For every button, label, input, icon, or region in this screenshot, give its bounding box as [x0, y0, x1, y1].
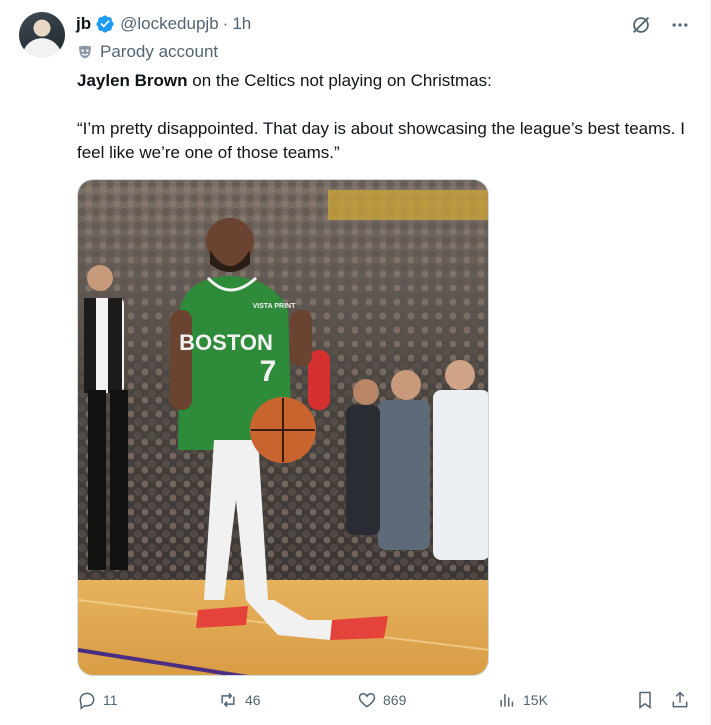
bookmark-icon	[639, 691, 651, 709]
views-count: 15K	[523, 692, 548, 708]
reply-count: 11	[103, 692, 118, 708]
bookmark-button[interactable]	[635, 690, 655, 710]
tweet-card: jb @lockedupjb · 1h Parody account Jayle…	[0, 0, 711, 725]
action-bar: 11 46 869 15K	[77, 690, 697, 716]
like-button[interactable]: 869	[357, 690, 406, 710]
tweet-quote: “I’m pretty disappointed. That day is ab…	[77, 119, 685, 162]
repost-button[interactable]: 46	[217, 690, 261, 710]
more-icon[interactable]	[670, 15, 690, 40]
share-button[interactable]	[670, 690, 690, 710]
verified-badge-icon	[95, 14, 115, 34]
parody-label: Parody account	[77, 42, 218, 62]
reply-icon	[79, 692, 95, 710]
parody-text: Parody account	[100, 42, 219, 61]
jersey-sponsor-text: VISTA PRINT	[253, 303, 297, 310]
tweet-line-1: Jaylen Brown on the Celtics not playing …	[77, 69, 692, 93]
jersey-number-text: 7	[260, 355, 277, 388]
separator-dot: ·	[222, 14, 229, 33]
top-right-icons	[630, 14, 690, 41]
repost-icon	[221, 692, 235, 708]
grok-icon[interactable]	[630, 14, 652, 41]
views-icon	[500, 694, 514, 707]
like-icon	[358, 692, 376, 708]
timestamp[interactable]: 1h	[232, 14, 251, 34]
views-button[interactable]: 15K	[497, 690, 548, 710]
author-handle[interactable]: @lockedupjb	[120, 14, 219, 34]
author-name[interactable]: jb	[76, 14, 91, 34]
tweet-photo[interactable]: BOSTON 7 VISTA PRINT	[77, 179, 489, 676]
tweet-text: Jaylen Brown on the Celtics not playing …	[77, 69, 692, 165]
tweet-line-1-rest: on the Celtics not playing on Christmas:	[187, 71, 492, 90]
parody-mask-icon	[79, 45, 91, 59]
repost-count: 46	[245, 692, 261, 708]
avatar[interactable]	[19, 12, 65, 58]
like-count: 869	[383, 692, 407, 708]
mentioned-name: Jaylen Brown	[77, 71, 188, 90]
jersey-team-text: BOSTON	[179, 330, 273, 355]
share-icon	[672, 691, 688, 708]
fans-figures	[346, 360, 488, 560]
referee-figure	[84, 265, 128, 570]
reply-button[interactable]: 11	[77, 690, 118, 710]
tweet-header: jb @lockedupjb · 1h	[76, 13, 251, 35]
